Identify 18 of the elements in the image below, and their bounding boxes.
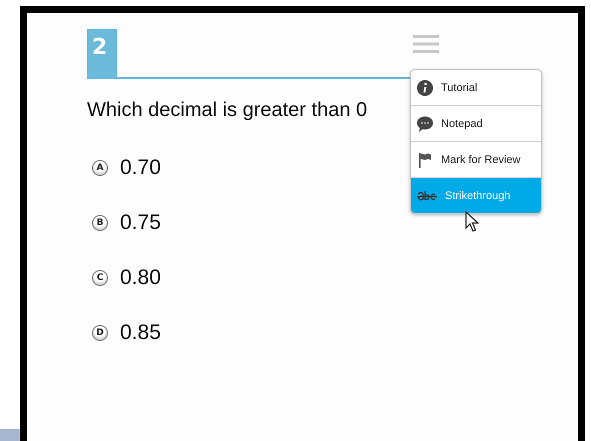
question-text: Which decimal is greater than 0 [87, 99, 368, 122]
menu-item[interactable]: Notepad [411, 105, 541, 141]
answer-option-bubble[interactable]: D [92, 325, 108, 341]
speech-bubble-icon [417, 116, 433, 132]
answer-option-text: 0.80 [120, 266, 161, 290]
answer-option-text: 0.85 [120, 321, 161, 345]
answer-option-text: 0.70 [120, 156, 161, 180]
info-icon [417, 80, 433, 96]
answer-option-bubble[interactable]: C [92, 270, 108, 286]
question-number: 2 [87, 29, 117, 79]
menu-item[interactable]: Tutorial [411, 70, 541, 105]
flag-icon [417, 152, 433, 168]
answer-option-text: 0.75 [120, 211, 161, 235]
menu-icon[interactable] [413, 34, 439, 54]
slide-background-strip [0, 429, 20, 441]
strikethrough-icon [417, 190, 437, 202]
answer-option-bubble[interactable]: A [92, 160, 108, 176]
answer-option-bubble[interactable]: B [92, 215, 108, 231]
